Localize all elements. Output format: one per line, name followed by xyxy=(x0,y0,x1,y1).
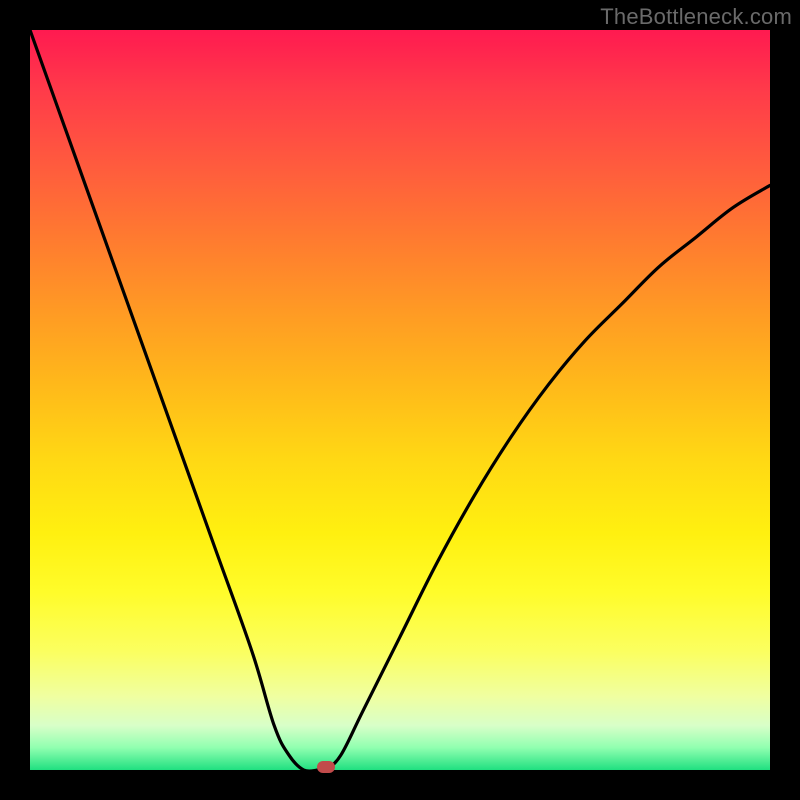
chart-frame: TheBottleneck.com xyxy=(0,0,800,800)
bottleneck-curve-right xyxy=(326,185,770,770)
curve-svg xyxy=(30,30,770,770)
plot-area xyxy=(30,30,770,770)
bottleneck-curve-left xyxy=(30,30,326,770)
watermark-text: TheBottleneck.com xyxy=(600,4,792,30)
optimum-marker xyxy=(317,761,335,773)
